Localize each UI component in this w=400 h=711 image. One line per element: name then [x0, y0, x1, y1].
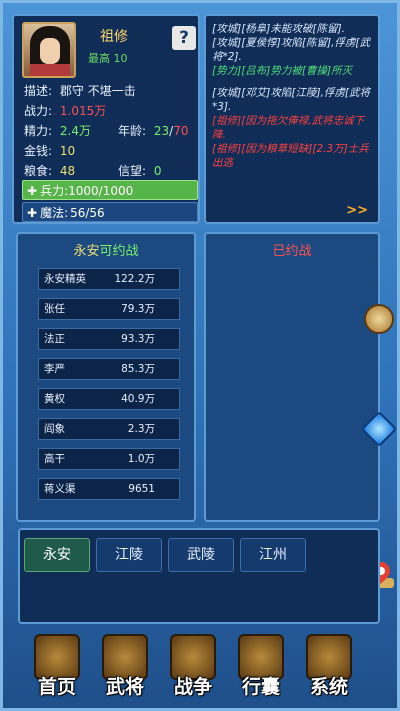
scroll-icon[interactable] [364, 304, 394, 334]
city-tab[interactable]: 江州 [240, 538, 306, 572]
general-name: 阎象 [44, 423, 65, 435]
troops-bar: ✚ 兵力:1000/1000 [22, 180, 198, 200]
description-row: 描述: 郡守 不堪一击 [24, 84, 136, 98]
food-row: 粮食: 48 [24, 164, 76, 178]
bottom-nav: 首页 武将 战争 行囊 系统 [0, 628, 400, 708]
nav-item[interactable]: 首页 [24, 634, 90, 704]
age-row: 年龄: 23/70 [118, 124, 189, 138]
character-panel: 祖修 最高 10 ? 描述: 郡守 不堪一击 战力: 1.015万 精力: 2.… [12, 14, 200, 224]
plus-icon: ✚ [27, 206, 38, 220]
log-line: [祖修][因为拖欠俸禄,武将忠诚下降. [212, 115, 365, 141]
general-name: 李严 [44, 363, 65, 375]
log-line: [祖修][因为粮草短缺][2.3万]士兵出逃 [212, 143, 369, 169]
city-tab[interactable]: 武陵 [168, 538, 234, 572]
nav-label: 武将 [105, 676, 144, 698]
character-portrait[interactable] [22, 22, 76, 78]
general-strength: 93.3万 [121, 333, 155, 345]
general-row[interactable]: 蒋义渠 9651 [38, 478, 180, 500]
general-row[interactable]: 法正 93.3万 [38, 328, 180, 350]
force-row: 战力: 1.015万 [24, 104, 107, 118]
nav-label: 首页 [37, 676, 76, 698]
help-button[interactable]: ? [172, 26, 196, 50]
character-rank: 最高 10 [88, 52, 128, 65]
log-line: [攻城][夏侯惇]攻陷[陈留],俘虏[武将*2]. [212, 37, 371, 63]
general-strength: 9651 [128, 483, 155, 495]
general-name: 法正 [44, 333, 65, 345]
event-log-panel: [攻城][杨阜]未能攻破[陈留]. [攻城][夏侯惇]攻陷[陈留],俘虏[武将*2… [204, 14, 380, 224]
nav-label: 系统 [309, 676, 348, 698]
log-line: [攻城][杨阜]未能攻破[陈留]. [212, 23, 345, 35]
general-row[interactable]: 永安精英 122.2万 [38, 268, 180, 290]
nav-item[interactable]: 战争 [160, 634, 226, 704]
city-tab-panel: 永安 江陵 武陵 江州 [18, 528, 380, 624]
general-strength: 40.9万 [121, 393, 155, 405]
available-header: 永安可约战 [73, 244, 139, 259]
log-line: [势力][吕布]势力被[曹操]所灭 [212, 65, 353, 77]
magic-bar: ✚ 魔法: 56/56 [22, 202, 198, 222]
available-battle-panel: 永安可约战 永安精英 122.2万张任 79.3万法正 93.3万李严 85.3万黄权 4… [16, 232, 196, 522]
promised-battle-panel: 已约战 [204, 232, 380, 522]
general-strength: 122.2万 [114, 273, 155, 285]
general-row[interactable]: 阎象 2.3万 [38, 418, 180, 440]
general-row[interactable]: 高干 1.0万 [38, 448, 180, 470]
general-row[interactable]: 张任 79.3万 [38, 298, 180, 320]
nav-item[interactable]: 系统 [296, 634, 362, 704]
plus-icon: ✚ [27, 184, 38, 198]
nav-label: 行囊 [241, 676, 280, 698]
energy-row: 精力: 2.4万 [24, 124, 91, 138]
general-strength: 79.3万 [121, 303, 155, 315]
general-strength: 2.3万 [127, 423, 155, 435]
nav-label: 战争 [173, 676, 212, 698]
general-strength: 85.3万 [121, 363, 155, 375]
general-name: 蒋义渠 [44, 483, 76, 495]
general-name: 张任 [44, 303, 65, 315]
character-name: 祖修 [100, 29, 128, 45]
log-line: [攻城][邓艾]攻陷[江陵],俘虏[武将*3]. [212, 87, 371, 113]
gold-row: 金钱: 10 [24, 144, 76, 158]
general-name: 高干 [44, 453, 65, 465]
city-tab[interactable]: 永安 [24, 538, 90, 572]
general-row[interactable]: 李严 85.3万 [38, 358, 180, 380]
city-tab[interactable]: 江陵 [96, 538, 162, 572]
nav-item[interactable]: 武将 [92, 634, 158, 704]
promised-header: 已约战 [272, 244, 312, 259]
more-log-button[interactable]: >> [346, 203, 368, 218]
prestige-row: 信望: 0 [118, 164, 162, 178]
nav-item[interactable]: 行囊 [228, 634, 294, 704]
event-log-list: [攻城][杨阜]未能攻破[陈留]. [攻城][夏侯惇]攻陷[陈留],俘虏[武将*2… [212, 22, 372, 170]
general-row[interactable]: 黄权 40.9万 [38, 388, 180, 410]
general-strength: 1.0万 [127, 453, 155, 465]
log-gap [212, 78, 372, 86]
general-name: 黄权 [44, 393, 65, 405]
general-name: 永安精英 [44, 273, 86, 285]
